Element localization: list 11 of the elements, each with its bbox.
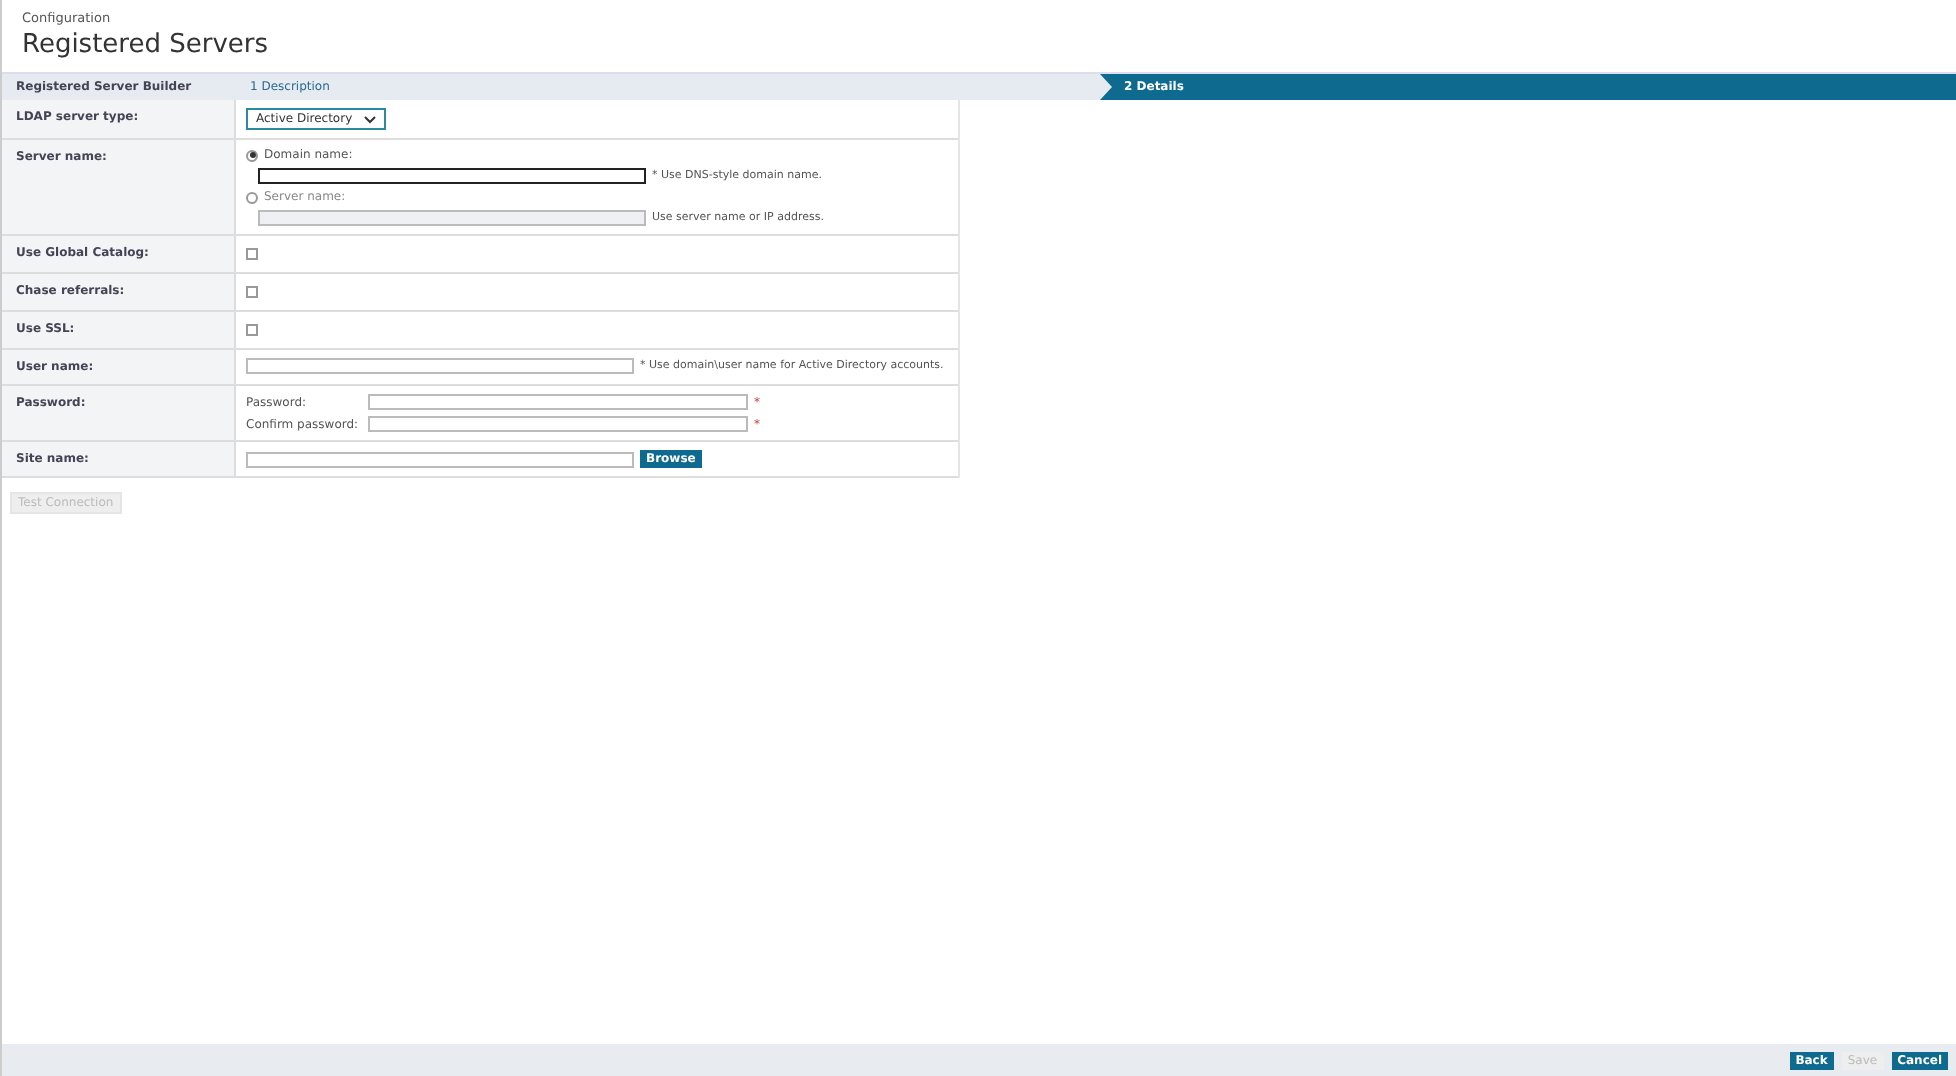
input-field[interactable] <box>246 451 634 467</box>
checkbox[interactable] <box>246 286 258 298</box>
radio-button[interactable] <box>246 149 258 161</box>
password-field[interactable] <box>368 416 748 432</box>
page-title: Registered Servers <box>22 30 271 60</box>
input-field[interactable] <box>246 358 634 374</box>
checkbox[interactable] <box>246 324 258 336</box>
chevron-icon <box>364 115 377 123</box>
checkbox[interactable] <box>246 248 258 260</box>
input-field[interactable] <box>258 168 646 184</box>
password-field[interactable] <box>368 394 748 410</box>
